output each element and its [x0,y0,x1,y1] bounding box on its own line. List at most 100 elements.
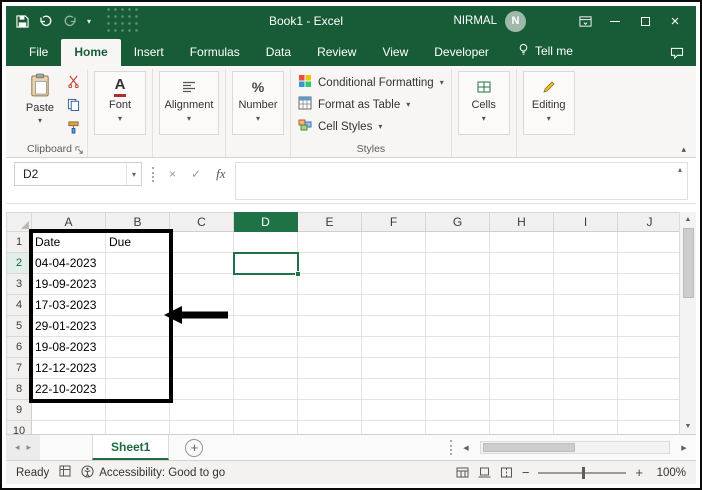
user-name[interactable]: NIRMAL [454,15,497,27]
sheet-navigation[interactable]: ◂ ▸ [6,435,40,460]
copy-icon[interactable] [67,98,80,116]
column-header-G[interactable]: G [426,212,490,232]
scroll-up-icon[interactable]: ▲ [680,212,696,227]
cell-H8[interactable] [490,379,554,400]
cell-A3[interactable]: 19-09-2023 [32,274,106,295]
cell-J9[interactable] [618,400,679,421]
zoom-in-button[interactable]: + [635,465,643,480]
cell-C7[interactable] [170,358,234,379]
cell-F6[interactable] [362,337,426,358]
cell-C6[interactable] [170,337,234,358]
cells-group-button[interactable]: Cells ▾ [457,71,510,135]
cell-B10[interactable] [106,421,170,434]
tab-view[interactable]: View [369,39,421,66]
cell-H7[interactable] [490,358,554,379]
cell-F9[interactable] [362,400,426,421]
maximize-button[interactable] [630,6,660,36]
cell-G3[interactable] [426,274,490,295]
vertical-scrollbar[interactable]: ▲ ▼ [679,212,696,434]
cell-C8[interactable] [170,379,234,400]
format-painter-icon[interactable] [67,121,80,139]
zoom-slider[interactable] [538,466,627,479]
cell-A7[interactable]: 12-12-2023 [32,358,106,379]
cell-F5[interactable] [362,316,426,337]
column-header-F[interactable]: F [362,212,426,232]
cell-E6[interactable] [298,337,362,358]
normal-view-icon[interactable] [456,467,469,478]
name-box-dropdown-icon[interactable]: ▾ [127,170,141,179]
tab-insert[interactable]: Insert [121,39,177,66]
cell-E7[interactable] [298,358,362,379]
row-header-7[interactable]: 7 [6,358,32,379]
enter-icon[interactable]: ✓ [191,167,201,181]
cell-G8[interactable] [426,379,490,400]
cell-A4[interactable]: 17-03-2023 [32,295,106,316]
cell-D9[interactable] [234,400,298,421]
cell-H2[interactable] [490,253,554,274]
number-group-button[interactable]: % Number ▾ [232,71,284,135]
cell-J2[interactable] [618,253,679,274]
cell-B2[interactable] [106,253,170,274]
cell-D10[interactable] [234,421,298,434]
new-sheet-button[interactable]: + [185,438,204,457]
collapse-ribbon-icon[interactable]: ▴ [681,144,686,155]
close-button[interactable]: × [660,6,690,36]
zoom-slider-thumb[interactable] [582,466,586,479]
cell-E9[interactable] [298,400,362,421]
alignment-group-button[interactable]: Alignment ▾ [159,71,219,135]
cell-A5[interactable]: 29-01-2023 [32,316,106,337]
editing-group-button[interactable]: Editing ▾ [522,71,575,135]
cell-D5[interactable] [234,316,298,337]
cell-H5[interactable] [490,316,554,337]
save-icon[interactable] [16,14,29,28]
redo-icon[interactable] [63,15,77,27]
accessibility-status[interactable]: Accessibility: Good to go [81,464,225,481]
column-header-D[interactable]: D [234,212,298,232]
cell-G2[interactable] [426,253,490,274]
cell-D6[interactable] [234,337,298,358]
cell-J7[interactable] [618,358,679,379]
cell-G7[interactable] [426,358,490,379]
cell-D1[interactable] [234,232,298,253]
cell-H3[interactable] [490,274,554,295]
row-header-6[interactable]: 6 [6,337,32,358]
tell-me[interactable]: Tell me [502,43,583,66]
column-header-H[interactable]: H [490,212,554,232]
cell-E5[interactable] [298,316,362,337]
cell-E4[interactable] [298,295,362,316]
cell-A1[interactable]: Date [32,232,106,253]
cell-I8[interactable] [554,379,618,400]
cell-E10[interactable] [298,421,362,434]
macro-record-icon[interactable] [59,465,71,480]
cell-A9[interactable] [32,400,106,421]
column-header-E[interactable]: E [298,212,362,232]
cell-H6[interactable] [490,337,554,358]
cell-J5[interactable] [618,316,679,337]
paste-button[interactable]: Paste ▾ [17,69,63,125]
cell-G9[interactable] [426,400,490,421]
font-group-button[interactable]: A Font ▾ [94,71,146,135]
cell-B9[interactable] [106,400,170,421]
cell-C9[interactable] [170,400,234,421]
row-header-10[interactable]: 10 [6,421,32,434]
sheet-tab-sheet1[interactable]: Sheet1 [92,435,170,460]
tab-formulas[interactable]: Formulas [177,39,253,66]
cell-J3[interactable] [618,274,679,295]
sheet-nav-right-icon[interactable]: ▸ [27,442,32,453]
cell-F3[interactable] [362,274,426,295]
scroll-left-icon[interactable]: ◀ [458,440,474,456]
cell-J6[interactable] [618,337,679,358]
fill-handle[interactable] [295,271,301,277]
cell-C1[interactable] [170,232,234,253]
page-layout-view-icon[interactable] [478,467,491,478]
ribbon-display-options-icon[interactable] [570,6,600,36]
cell-F1[interactable] [362,232,426,253]
column-header-I[interactable]: I [554,212,618,232]
cell-J8[interactable] [618,379,679,400]
clipboard-dialog-launcher-icon[interactable] [75,146,84,155]
zoom-out-button[interactable]: − [522,465,530,480]
cell-J4[interactable] [618,295,679,316]
cell-G4[interactable] [426,295,490,316]
cell-H4[interactable] [490,295,554,316]
cancel-icon[interactable]: × [169,167,176,181]
